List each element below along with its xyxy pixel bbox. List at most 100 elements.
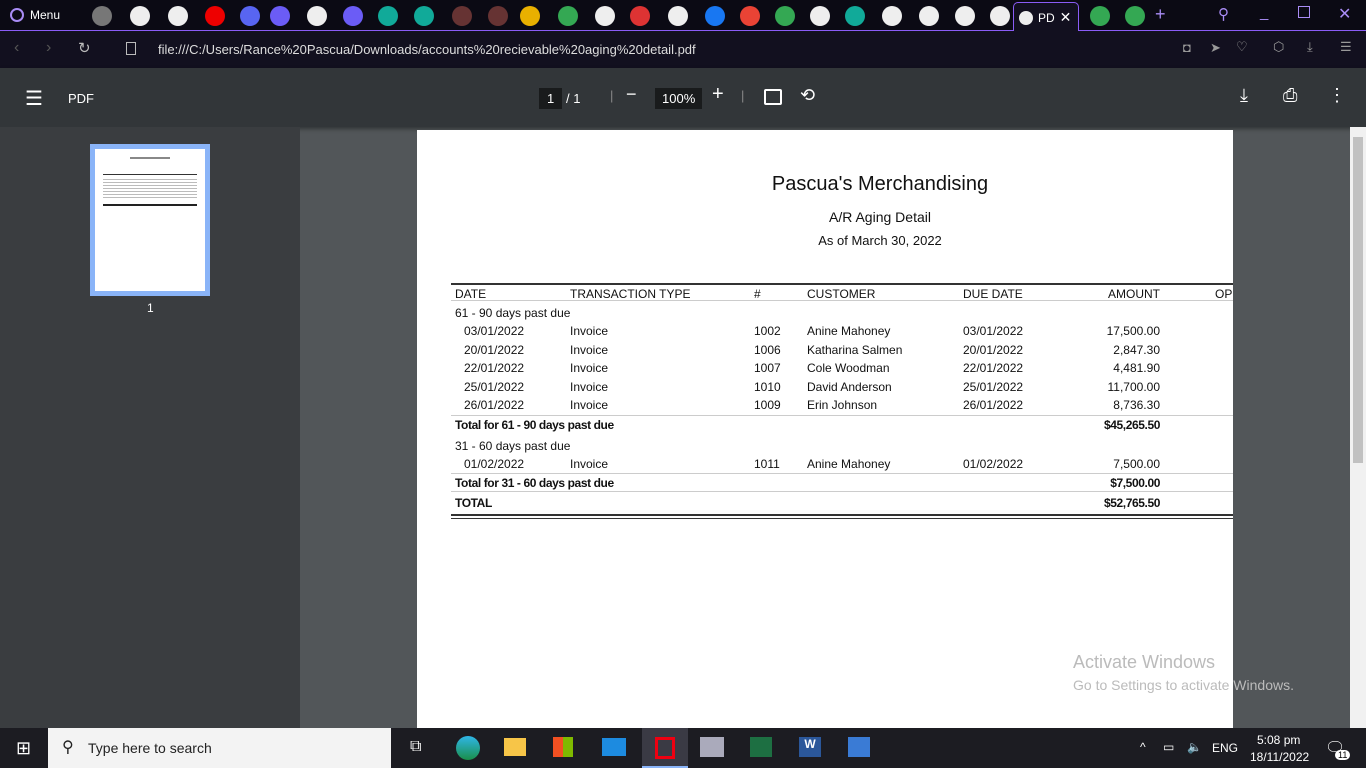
thumbnail-page-label: 1 (147, 301, 154, 315)
mail-icon[interactable] (602, 738, 626, 756)
opera-menu-button[interactable]: Menu (10, 8, 60, 22)
tab-favicon-icon[interactable] (810, 6, 830, 26)
tab-favicon-icon[interactable] (595, 6, 615, 26)
tab-favicon-icon[interactable] (520, 6, 540, 26)
tab-favicon-icon[interactable] (488, 6, 508, 26)
tab-favicon-icon[interactable] (668, 6, 688, 26)
clock-time[interactable]: 5:08 pm (1257, 733, 1300, 747)
heart-icon[interactable]: ♡ (1236, 39, 1248, 55)
table-cell: 26/01/2022 (963, 398, 1024, 412)
taskbar-search-input[interactable]: ⚲ Type here to search (48, 728, 391, 768)
divider (451, 491, 1233, 492)
language-indicator[interactable]: ENG (1212, 741, 1238, 755)
network-icon[interactable]: ▭ (1163, 740, 1174, 754)
tab-favicon-icon[interactable] (168, 6, 188, 26)
zoom-input[interactable]: 100% (655, 88, 703, 109)
grand-total-label: TOTAL (455, 496, 492, 510)
group-total-amount: $7,500.00 (1110, 476, 1160, 490)
tab-favicon-icon[interactable] (990, 6, 1010, 26)
table-cell: Invoice (570, 342, 609, 357)
excel-icon[interactable] (750, 737, 772, 757)
tab-favicon-icon[interactable] (919, 6, 939, 26)
file-explorer-icon[interactable] (504, 738, 526, 756)
clock-date[interactable]: 18/11/2022 (1250, 750, 1309, 764)
download-icon[interactable]: ⤓ (1307, 39, 1313, 55)
print-icon[interactable]: ⎙ (1283, 85, 1297, 106)
table-cell: 1009 (754, 398, 781, 412)
report-date: As of March 30, 2022 (818, 233, 942, 248)
tab-favicon-icon[interactable] (882, 6, 902, 26)
tab-favicon-icon[interactable] (705, 6, 725, 26)
send-icon[interactable]: ➤ (1210, 40, 1221, 56)
tab-favicon-icon[interactable] (414, 6, 434, 26)
url-field[interactable]: file:///C:/Users/Rance%20Pascua/Download… (158, 42, 696, 57)
tab-favicon-icon[interactable] (378, 6, 398, 26)
minimize-icon[interactable]: _ (1260, 4, 1268, 21)
vertical-scrollbar[interactable] (1350, 127, 1366, 728)
page-total: / 1 (566, 91, 581, 106)
forward-icon[interactable]: › (46, 39, 51, 57)
tab-favicon-icon[interactable] (845, 6, 865, 26)
more-options-icon[interactable]: ⋮ (1328, 85, 1346, 106)
tab-favicon-icon[interactable] (130, 6, 150, 26)
scrollbar-thumb[interactable] (1353, 137, 1363, 463)
search-tabs-icon[interactable]: ⚲ (1218, 5, 1229, 23)
tab-favicon-icon[interactable] (307, 6, 327, 26)
tab-favicon-icon[interactable] (452, 6, 472, 26)
zoom-out-button[interactable]: − (626, 84, 637, 105)
tab-favicon-icon[interactable] (240, 6, 260, 26)
task-view-icon[interactable]: ⧉ (410, 738, 421, 756)
photos-icon[interactable] (848, 737, 870, 757)
opera-taskbar-button[interactable] (642, 728, 688, 768)
zoom-in-button[interactable]: + (712, 83, 724, 106)
close-tab-icon[interactable]: ✕ (1060, 9, 1072, 26)
fit-page-icon[interactable] (764, 89, 782, 105)
cube-icon[interactable]: ⬡ (1273, 39, 1284, 55)
tab-favicon-icon[interactable] (558, 6, 578, 26)
thumbnail-sidebar: 1 (0, 127, 300, 728)
column-header: OP (1215, 287, 1233, 301)
back-icon[interactable]: ‹ (14, 39, 19, 57)
tab-favicon-icon[interactable] (955, 6, 975, 26)
show-hidden-icons[interactable]: ^ (1140, 740, 1146, 754)
divider (451, 414, 1233, 416)
menu-icon[interactable]: ☰ (25, 86, 43, 111)
table-cell: Anine Mahoney (807, 324, 891, 338)
word-icon[interactable]: W (799, 737, 821, 757)
table-cell: 4,481.90 (1113, 361, 1160, 375)
app-icon[interactable] (700, 737, 724, 757)
download-icon[interactable]: ⤓ (1240, 85, 1248, 106)
table-cell: Invoice (570, 456, 609, 471)
tab-favicon-icon[interactable] (775, 6, 795, 26)
tab-favicon-icon[interactable] (205, 6, 225, 26)
store-icon[interactable] (553, 737, 573, 757)
tab-favicon-icon[interactable] (270, 6, 290, 26)
windows-start-icon[interactable]: ⊞ (16, 738, 31, 759)
table-cell: 26/01/2022 (464, 398, 525, 412)
close-window-icon[interactable]: ✕ (1338, 4, 1351, 24)
tab-favicon-icon[interactable] (92, 6, 112, 26)
page-thumbnail[interactable] (90, 144, 210, 296)
page-number-input[interactable]: 1 (539, 88, 563, 109)
tab-favicon-icon[interactable] (343, 6, 363, 26)
tab-active-pdf[interactable]: PD ✕ (1013, 2, 1079, 32)
rotate-icon[interactable]: ⟲ (800, 85, 815, 106)
edge-icon[interactable] (456, 736, 480, 760)
tab-favicon-icon[interactable] (1090, 6, 1110, 26)
tab-favicon-icon[interactable] (740, 6, 760, 26)
volume-icon[interactable]: 🔈 (1187, 740, 1202, 754)
table-cell: 22/01/2022 (963, 361, 1024, 375)
divider (451, 518, 1233, 519)
tab-favicon-icon[interactable] (1125, 6, 1145, 26)
reload-icon[interactable]: ↻ (78, 39, 91, 57)
table-cell: 01/02/2022 (464, 456, 525, 471)
easy-setup-icon[interactable]: ☰ (1340, 39, 1352, 55)
restore-icon[interactable] (1298, 6, 1310, 18)
snapshot-icon[interactable]: ◘ (1183, 40, 1191, 55)
address-bar: ‹ › ↻ file:///C:/Users/Rance%20Pascua/Do… (0, 31, 1366, 68)
table-cell: 8,736.30 (1113, 398, 1160, 412)
group-label: 31 - 60 days past due (455, 438, 571, 453)
new-tab-icon[interactable]: + (1155, 4, 1166, 25)
tab-favicon-icon[interactable] (630, 6, 650, 26)
table-cell: 20/01/2022 (464, 342, 525, 357)
